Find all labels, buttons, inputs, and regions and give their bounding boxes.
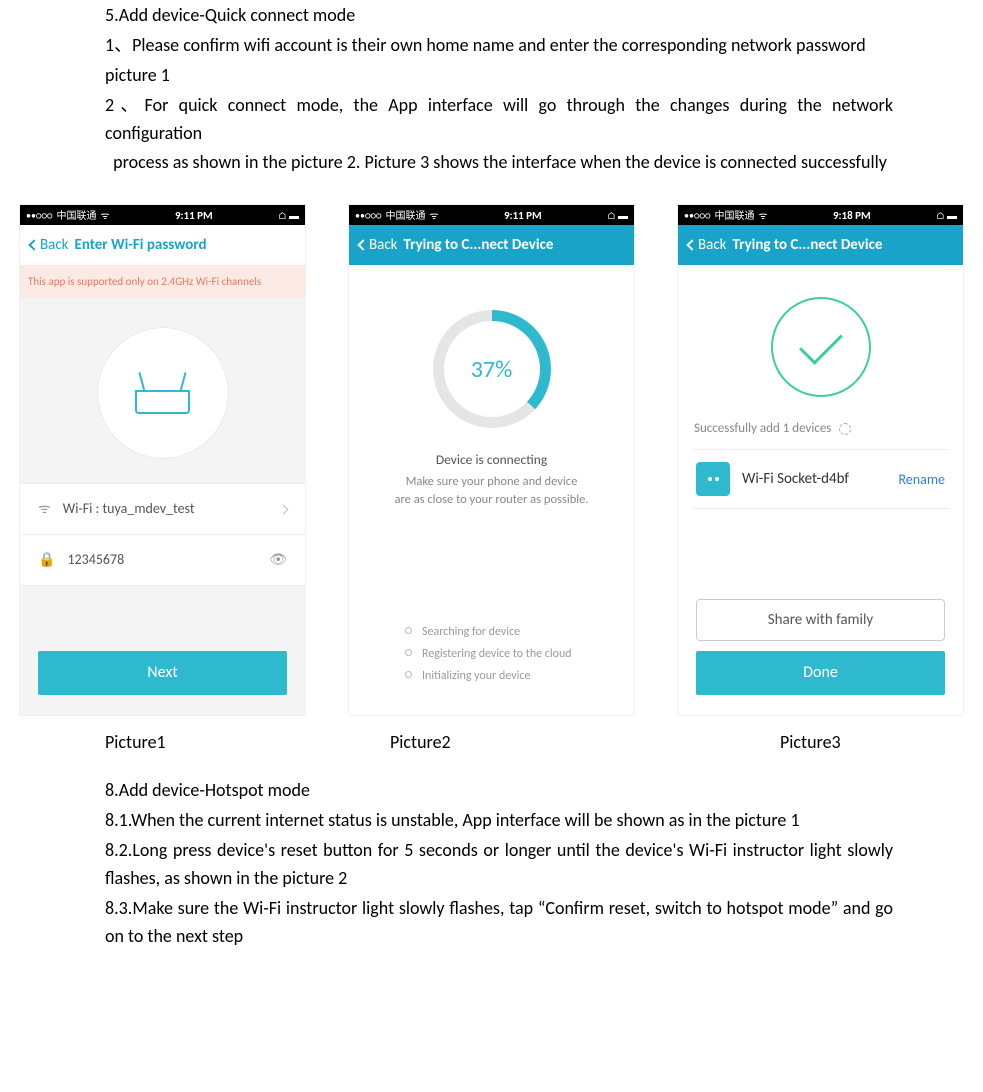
caption-3: Picture3 (780, 729, 841, 757)
carrier: 中国联通 (385, 208, 425, 224)
next-button[interactable]: Next (38, 651, 287, 695)
screenshot-row: ••○○○ 中国联通 ᯤ 9:11 PM ⌂ ▬ Back Enter Wi-F… (20, 205, 963, 715)
status-right: ⌂ ▬ (607, 208, 628, 224)
eye-icon[interactable]: 👁 (269, 549, 287, 571)
success-circle (771, 297, 871, 397)
bullet-icon (405, 671, 412, 678)
page-title: Enter Wi-Fi password (75, 234, 295, 257)
signal-dots-icon: ••○○○ (26, 208, 52, 224)
p81: 8.1.When the current internet status is … (105, 807, 893, 835)
step-item: Registering device to the cloud (405, 643, 634, 665)
status-right: ⌂ ▬ (278, 208, 299, 224)
clock: 9:11 PM (175, 207, 213, 224)
progress-ring: 37% (433, 310, 551, 428)
wifi-icon: ᯤ (429, 208, 438, 224)
phone-screenshot-1: ••○○○ 中国联通 ᯤ 9:11 PM ⌂ ▬ Back Enter Wi-F… (20, 205, 305, 715)
step-list: Searching for device Registering device … (349, 621, 634, 716)
phone-body: Successfully add 1 devices Wi-Fi Socket-… (678, 265, 963, 715)
chevron-right-icon (279, 504, 289, 514)
chevron-left-icon (686, 240, 697, 251)
password-field[interactable]: 🔒 12345678 👁 (20, 535, 305, 586)
pic1-label: picture 1 (105, 62, 893, 90)
phone-screenshot-3: ••○○○ 中国联通 ᯤ 9:18 PM ⌂ ▬ Back Trying to … (678, 205, 963, 715)
success-label: Successfully add 1 devices (694, 419, 831, 439)
nav-bar: Back Enter Wi-Fi password (20, 225, 305, 265)
connecting-headline: Device is connecting (371, 450, 612, 470)
chevron-left-icon (28, 240, 39, 251)
caption-2: Picture2 (390, 729, 780, 757)
progress-percent: 37% (444, 321, 540, 417)
back-button[interactable]: Back (30, 234, 69, 257)
bullet-icon (405, 627, 412, 634)
captions-row: Picture1 Picture2 Picture3 (105, 729, 963, 757)
p1: 1、Please confirm wifi account is their o… (105, 32, 893, 60)
phone-screenshot-2: ••○○○ 中国联通 ᯤ 9:11 PM ⌂ ▬ Back Trying to … (349, 205, 634, 715)
wifi-icon: ᯤ (100, 208, 109, 224)
status-right: ⌂ ▬ (936, 208, 957, 224)
clock: 9:11 PM (504, 207, 542, 224)
notice-strip: This app is supported only on 2.4GHz Wi-… (20, 265, 305, 298)
device-card: Wi-Fi Socket-d4bf Rename (692, 449, 949, 509)
doc-section-5: 5.Add device-Quick connect mode 1、Please… (105, 2, 893, 177)
router-icon (135, 372, 190, 414)
status-bar: ••○○○ 中国联通 ᯤ 9:11 PM ⌂ ▬ (349, 205, 634, 225)
lock-icon: 🔒 (38, 549, 55, 571)
back-label: Back (698, 234, 727, 257)
wifi-select-row[interactable]: ᯤ Wi-Fi : tuya_mdev_test (20, 483, 305, 535)
signal-dots-icon: ••○○○ (355, 208, 381, 224)
wifi-icon: ᯤ (38, 498, 51, 520)
chevron-left-icon (357, 240, 368, 251)
signal-dots-icon: ••○○○ (684, 208, 710, 224)
spinner-icon (839, 423, 851, 435)
page-title: Trying to C...nect Device (404, 234, 624, 257)
done-button[interactable]: Done (696, 651, 945, 695)
password-value: 12345678 (67, 549, 124, 571)
checkmark-icon (799, 321, 843, 365)
nav-bar: Back Trying to C...nect Device (678, 225, 963, 265)
page-title: Trying to C...nect Device (733, 234, 953, 257)
connecting-text: Device is connecting Make sure your phon… (349, 450, 634, 510)
share-button[interactable]: Share with family (696, 599, 945, 641)
section8-title: 8.Add device-Hotspot mode (105, 777, 893, 805)
back-button[interactable]: Back (359, 234, 398, 257)
section5-title: 5.Add device-Quick connect mode (105, 2, 893, 30)
clock: 9:18 PM (833, 207, 871, 224)
p82: 8.2.Long press device's reset button for… (105, 837, 893, 893)
p2: 2、For quick connect mode, the App interf… (105, 92, 893, 148)
carrier: 中国联通 (56, 208, 96, 224)
connecting-hint-1: Make sure your phone and device (371, 473, 612, 492)
status-bar: ••○○○ 中国联通 ᯤ 9:18 PM ⌂ ▬ (678, 205, 963, 225)
bullet-icon (405, 649, 412, 656)
success-text: Successfully add 1 devices (678, 419, 963, 449)
p2b: process as shown in the picture 2. Pictu… (105, 149, 893, 177)
p83: 8.3.Make sure the Wi-Fi instructor light… (105, 895, 893, 951)
back-button[interactable]: Back (688, 234, 727, 257)
wifi-name: Wi-Fi : tuya_mdev_test (63, 498, 195, 520)
step-item: Searching for device (405, 621, 634, 643)
nav-bar: Back Trying to C...nect Device (349, 225, 634, 265)
connecting-hint-2: are as close to your router as possible. (371, 491, 612, 510)
back-label: Back (40, 234, 69, 257)
phone-body: 37% Device is connecting Make sure your … (349, 265, 634, 715)
caption-1: Picture1 (105, 729, 390, 757)
phone-body: ᯤ Wi-Fi : tuya_mdev_test 🔒 12345678 👁 Ne… (20, 298, 305, 715)
wifi-icon: ᯤ (758, 208, 767, 224)
device-name: Wi-Fi Socket-d4bf (742, 468, 886, 491)
back-label: Back (369, 234, 398, 257)
router-illustration (98, 328, 228, 458)
step-item: Initializing your device (405, 665, 634, 687)
socket-icon (696, 462, 730, 496)
doc-section-8: 8.Add device-Hotspot mode 8.1.When the c… (105, 777, 893, 950)
carrier: 中国联通 (714, 208, 754, 224)
status-bar: ••○○○ 中国联通 ᯤ 9:11 PM ⌂ ▬ (20, 205, 305, 225)
rename-button[interactable]: Rename (898, 469, 945, 491)
